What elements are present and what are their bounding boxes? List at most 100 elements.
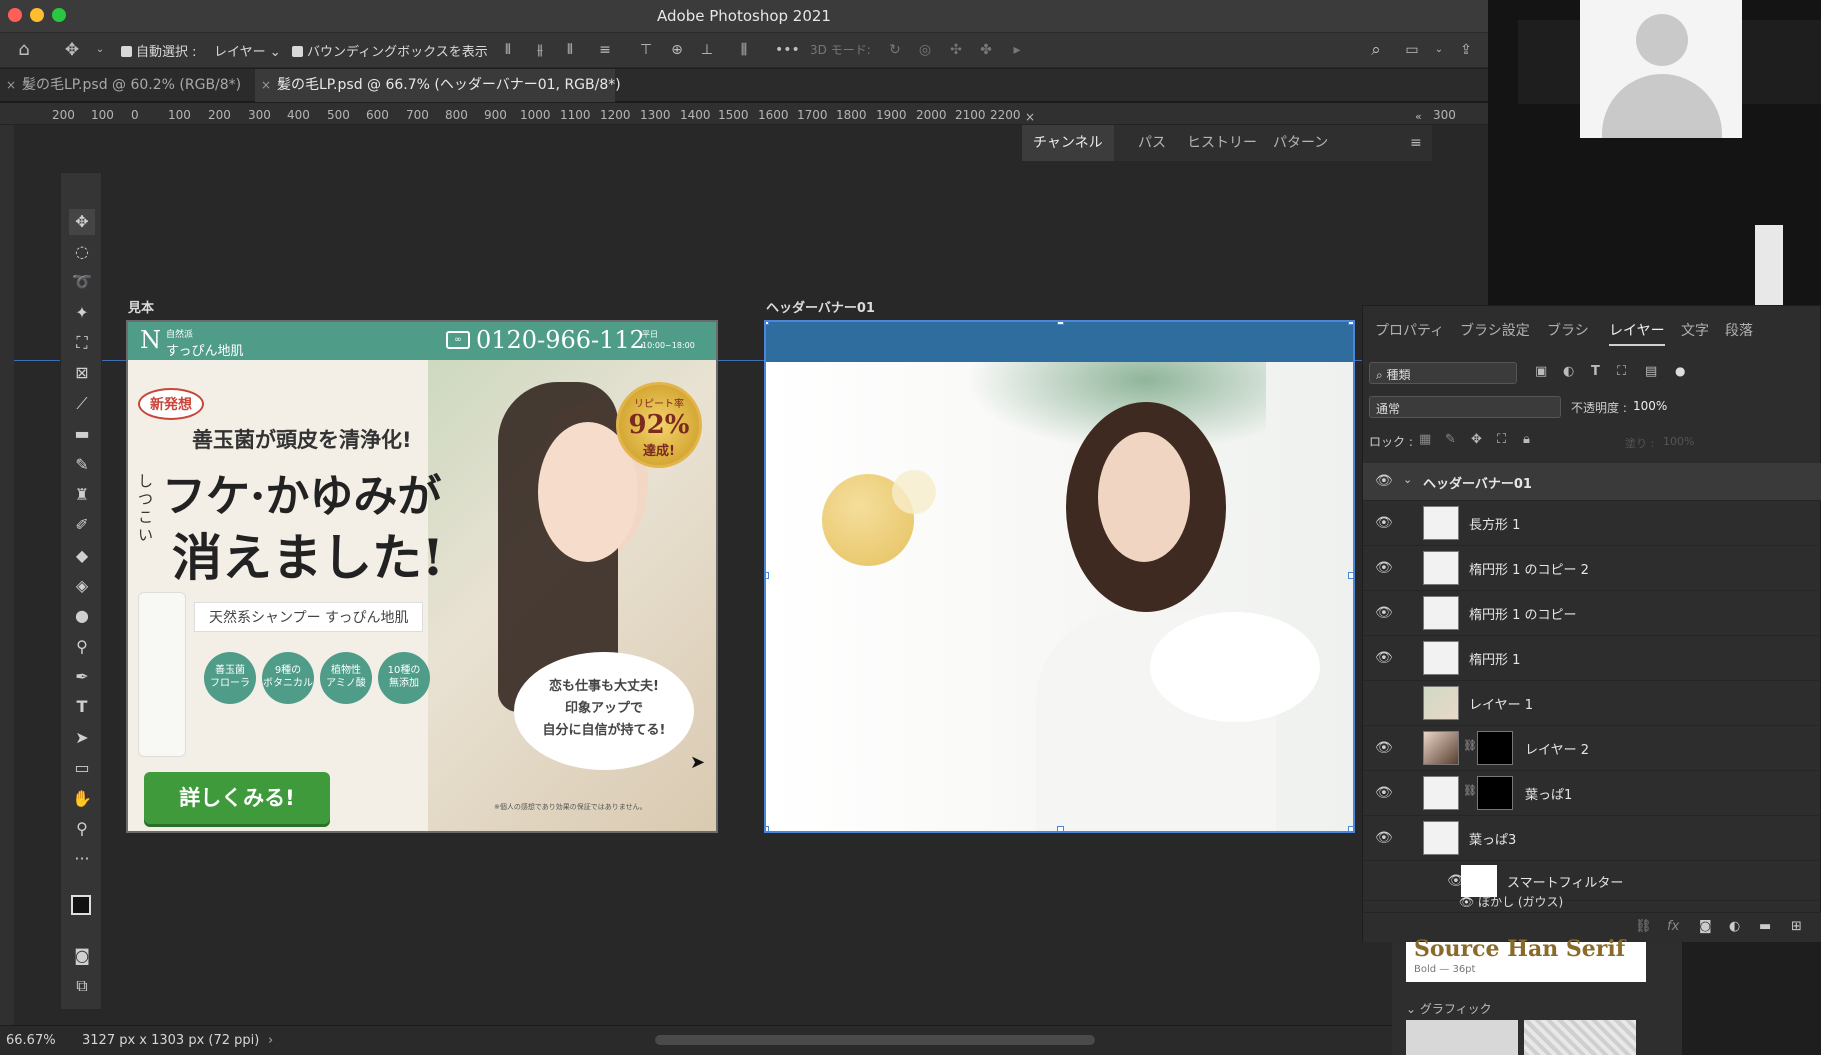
workspace-icon[interactable]: ▭ xyxy=(1404,42,1420,58)
chevron-down-icon[interactable]: ⌄ xyxy=(92,42,108,58)
healing-brush-tool-icon[interactable]: ▬ xyxy=(69,421,95,447)
align-left-icon[interactable]: ⫴ xyxy=(500,42,516,58)
new-group-icon[interactable]: ▬ xyxy=(1759,919,1771,934)
new-layer-icon[interactable]: ⊞ xyxy=(1791,919,1802,934)
close-tab-icon[interactable]: × xyxy=(261,69,271,102)
3d-pan-icon[interactable]: ✣ xyxy=(948,42,964,58)
panel-menu-icon[interactable]: ≡ xyxy=(1410,135,1422,151)
add-mask-icon[interactable]: ◙ xyxy=(1699,919,1712,934)
3d-rotate-icon[interactable]: ↻ xyxy=(887,42,903,58)
transform-handle[interactable] xyxy=(766,826,769,831)
eyedropper-tool-icon[interactable]: ⟋ xyxy=(69,391,95,417)
transform-handle[interactable] xyxy=(1348,826,1353,831)
more-tools-icon[interactable]: ··· xyxy=(69,846,95,872)
tab-paragraph[interactable]: 段落 xyxy=(1725,316,1753,346)
move-tool-icon[interactable]: ✥ xyxy=(69,209,95,235)
filter-toggle-icon[interactable]: ● xyxy=(1675,364,1685,378)
artboard-sample[interactable]: N 自然派 すっぴん地肌 ∞ 0120-966-112 平日 10:00~18:… xyxy=(126,320,718,833)
tab-paths[interactable]: パス xyxy=(1127,125,1177,161)
graphics-section-header[interactable]: ⌄ グラフィック xyxy=(1406,1000,1492,1017)
collapse-panel-icon[interactable]: « xyxy=(1415,110,1422,123)
marquee-tool-icon[interactable]: ◌ xyxy=(69,239,95,265)
frame-tool-icon[interactable]: ⊠ xyxy=(69,360,95,386)
tab-document-2[interactable]: × 髪の毛LP.psd @ 66.7% (ヘッダーバナー01, RGB/8*) xyxy=(255,69,621,102)
close-panel-icon[interactable]: × xyxy=(1025,110,1035,124)
horizontal-scrollbar[interactable] xyxy=(655,1035,1095,1045)
eye-icon[interactable]: 👁︎ xyxy=(1375,650,1393,666)
artboard-header-banner[interactable] xyxy=(764,320,1355,833)
eye-icon[interactable]: 👁︎ xyxy=(1375,785,1393,801)
eye-icon[interactable]: 👁︎ xyxy=(1375,473,1393,489)
layer-row[interactable]: 👁︎ ⛓ 葉っぱ1 xyxy=(1363,771,1821,816)
transform-handle[interactable] xyxy=(1057,826,1064,831)
layer-row[interactable]: 👁︎ 葉っぱ3 xyxy=(1363,816,1821,861)
fx-icon[interactable]: fx xyxy=(1667,919,1679,934)
layer-row[interactable]: 👁︎ 長方形 1 xyxy=(1363,501,1821,546)
tab-brushes[interactable]: ブラシ xyxy=(1547,316,1589,346)
font-swatch-card[interactable]: Source Han Serif Bold — 36pt xyxy=(1406,936,1646,982)
graphic-asset-thumbnail[interactable] xyxy=(1524,1020,1636,1055)
type-tool-icon[interactable]: T xyxy=(69,694,95,720)
horizontal-ruler[interactable]: 200 100 0 100 200 300 400 500 600 700 80… xyxy=(0,103,1488,125)
vertical-ruler[interactable] xyxy=(0,125,14,1025)
graphic-asset-thumbnail[interactable] xyxy=(1406,1020,1518,1055)
layer-row[interactable]: 👁︎ 楕円形 1 のコピー xyxy=(1363,591,1821,636)
lock-position-icon[interactable]: ✥ xyxy=(1471,432,1482,447)
hand-tool-icon[interactable]: ✋ xyxy=(69,786,95,812)
layer-group-row[interactable]: 👁︎ ⌄ ヘッダーバナー01 xyxy=(1363,463,1821,501)
close-tab-icon[interactable]: × xyxy=(6,69,16,102)
lock-artboard-icon[interactable]: ⛶ xyxy=(1497,432,1506,447)
eraser-tool-icon[interactable]: ◆ xyxy=(69,543,95,569)
zoom-tool-icon[interactable]: ⚲ xyxy=(69,816,95,842)
eye-icon[interactable]: 👁︎ xyxy=(1375,830,1393,846)
layer-row[interactable]: 👁︎ ⛓ レイヤー 2 xyxy=(1363,726,1821,771)
blend-mode-dropdown[interactable]: 通常 xyxy=(1369,396,1561,418)
adjustment-layer-icon[interactable]: ◐ xyxy=(1729,919,1740,934)
layer-row[interactable]: レイヤー 1 xyxy=(1363,681,1821,726)
eye-icon[interactable]: 👁︎ xyxy=(1375,605,1393,621)
more-options-icon[interactable]: ••• xyxy=(775,42,800,58)
layer-row[interactable]: 👁︎ 楕円形 1 xyxy=(1363,636,1821,681)
brush-tool-icon[interactable]: ✎ xyxy=(69,452,95,478)
bounding-box-checkbox[interactable]: バウンディングボックスを表示 xyxy=(292,41,488,60)
align-bottom-icon[interactable]: ⊥ xyxy=(699,42,715,58)
filter-shape-icon[interactable]: ⛶ xyxy=(1617,364,1626,379)
tab-brush-settings[interactable]: ブラシ設定 xyxy=(1460,316,1530,346)
opacity-input[interactable]: 100% xyxy=(1631,396,1681,418)
auto-select-checkbox[interactable]: 自動選択 : xyxy=(121,41,197,60)
zoom-level[interactable]: 66.67% xyxy=(6,1033,56,1048)
3d-slide-icon[interactable]: ✤ xyxy=(978,42,994,58)
eye-icon[interactable]: 👁︎ xyxy=(1375,515,1393,531)
move-tool-icon[interactable]: ✥ xyxy=(64,42,80,59)
status-expand-icon[interactable]: › xyxy=(268,1033,273,1048)
layer-filter-dropdown[interactable]: ⌕ 種類 xyxy=(1369,362,1517,384)
filter-type-icon[interactable]: T xyxy=(1591,364,1600,379)
artboard-label-sample[interactable]: 見本 xyxy=(128,297,154,316)
eye-icon[interactable]: 👁︎ xyxy=(1375,560,1393,576)
quick-mask-icon[interactable]: ◙ xyxy=(69,943,95,969)
link-icon[interactable]: ⛓ xyxy=(1463,739,1477,752)
tab-patterns[interactable]: パターン xyxy=(1262,125,1339,161)
transform-handle[interactable] xyxy=(1057,322,1064,325)
layer-mask-thumbnail[interactable] xyxy=(1477,776,1513,810)
paint-bucket-tool-icon[interactable]: ◈ xyxy=(69,573,95,599)
3d-scale-icon[interactable]: ▸ xyxy=(1009,42,1025,58)
magic-wand-tool-icon[interactable]: ✦ xyxy=(69,300,95,326)
transform-handle[interactable] xyxy=(766,572,769,579)
path-select-tool-icon[interactable]: ➤ xyxy=(69,725,95,751)
tab-channels[interactable]: チャンネル xyxy=(1022,125,1114,161)
layer-row[interactable]: 👁︎ 楕円形 1 のコピー 2 xyxy=(1363,546,1821,591)
align-top-icon[interactable]: ⊤ xyxy=(638,42,654,58)
search-icon[interactable]: ⌕ xyxy=(1368,42,1384,59)
lock-paint-icon[interactable]: ✎ xyxy=(1445,432,1456,447)
blur-filter-row[interactable]: 👁︎ ぼかし (ガウス) xyxy=(1459,893,1563,910)
eye-icon[interactable]: 👁︎ xyxy=(1375,740,1393,756)
dodge-tool-icon[interactable]: ⚲ xyxy=(69,634,95,660)
filter-pixel-icon[interactable]: ▣ xyxy=(1535,364,1547,379)
chevron-down-icon[interactable]: ⌄ xyxy=(1403,473,1412,486)
filter-adjustment-icon[interactable]: ◐ xyxy=(1563,364,1574,379)
link-layers-icon[interactable]: ⛓ xyxy=(1635,919,1652,934)
tab-character[interactable]: 文字 xyxy=(1681,316,1709,346)
tab-history[interactable]: ヒストリー xyxy=(1176,125,1268,161)
lock-transparency-icon[interactable]: ▦ xyxy=(1419,432,1431,447)
